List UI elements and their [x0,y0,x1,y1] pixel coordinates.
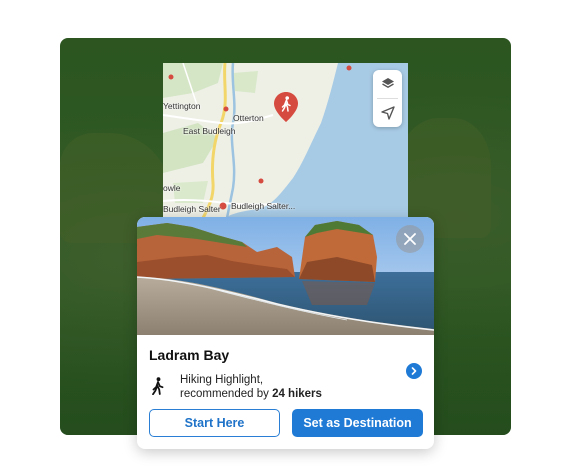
map-view[interactable]: Yettington East Budleigh Otterton owle B… [163,63,408,218]
place-description: Hiking Highlight, recommended by 24 hike… [180,373,322,401]
map-controls [373,70,402,127]
place-photo [137,217,434,335]
close-icon [404,233,416,245]
hiking-location-pin-icon[interactable] [274,92,298,122]
map-label-budleigh-salterton-2: Budleigh Salter... [231,201,296,211]
details-chevron-button[interactable] [406,363,422,379]
map-label-owle: owle [163,183,181,193]
map-label-yettington: Yettington [163,101,201,111]
close-button[interactable] [396,225,424,253]
description-line-2: recommended by 24 hikers [180,387,322,401]
locate-button[interactable] [373,99,402,127]
place-card: Ladram Bay Hiking Highlight, recommended… [137,217,434,449]
map-canvas [163,63,408,218]
hiker-icon [152,377,164,395]
description-line-1: Hiking Highlight, [180,374,264,386]
layers-button[interactable] [373,70,402,98]
chevron-right-icon [411,367,417,375]
location-arrow-icon [380,106,395,120]
description-prefix: recommended by [180,388,269,400]
hiker-count: 24 hikers [272,388,322,400]
map-label-east-budleigh: East Budleigh [183,126,236,136]
map-label-budleigh-salterton: Budleigh Salter [163,204,221,214]
set-destination-button[interactable]: Set as Destination [292,409,423,437]
map-label-otterton: Otterton [233,113,264,123]
layers-icon [381,78,394,89]
start-here-button[interactable]: Start Here [149,409,280,437]
place-title: Ladram Bay [149,347,230,363]
